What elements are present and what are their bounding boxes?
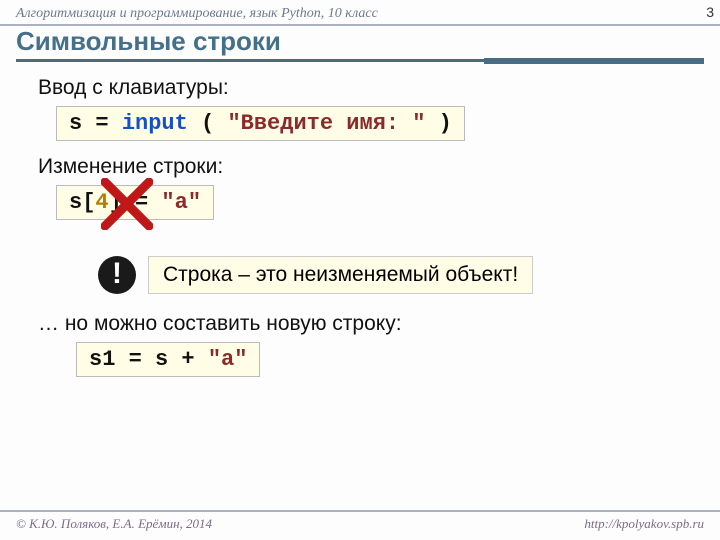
section1-label: Ввод с клавиатуры:: [38, 76, 690, 100]
footer-url: http://kpolyakov.spb.ru: [584, 516, 704, 532]
code-rb: ]: [109, 190, 122, 215]
code-idx: 4: [95, 190, 108, 215]
page-title: Символьные строки: [16, 26, 281, 59]
title-underline: [16, 59, 704, 62]
code-str2: "a": [161, 190, 201, 215]
breadcrumb: Алгоритмизация и программирование, язык …: [0, 0, 720, 26]
code-input: s = input ( "Введите имя: " ): [56, 106, 465, 141]
code-lb: [: [82, 190, 95, 215]
code-lhs: s1: [89, 347, 115, 372]
code-eq2: =: [122, 190, 162, 215]
code-eq: =: [82, 111, 122, 136]
code-fn: input: [122, 111, 188, 136]
footer-copyright: © К.Ю. Поляков, Е.А. Ерёмин, 2014: [16, 516, 212, 532]
section2-label: Изменение строки:: [38, 155, 690, 179]
code-close: ): [425, 111, 451, 136]
note-row: ! Строка – это неизменяемый объект!: [98, 256, 690, 294]
code-eq3: =: [115, 347, 155, 372]
title-bar: Символьные строки: [0, 26, 720, 59]
page-number: 3: [706, 4, 714, 20]
section3-label: … но можно составить новую строку:: [38, 312, 690, 336]
code-str: "Введите имя: ": [227, 111, 425, 136]
code-var2: s: [69, 190, 82, 215]
code-str3: "a": [208, 347, 248, 372]
slide-content: Ввод с клавиатуры: s = input ( "Введите …: [0, 62, 720, 391]
code-rhs: s +: [155, 347, 208, 372]
note-text: Строка – это неизменяемый объект!: [148, 256, 533, 294]
code-concat: s1 = s + "a": [76, 342, 260, 377]
code-open: (: [188, 111, 228, 136]
footer: © К.Ю. Поляков, Е.А. Ерёмин, 2014 http:/…: [0, 510, 720, 532]
exclamation-icon: !: [98, 256, 136, 294]
code-mutate: s[4] = "a": [56, 185, 214, 220]
code-var: s: [69, 111, 82, 136]
